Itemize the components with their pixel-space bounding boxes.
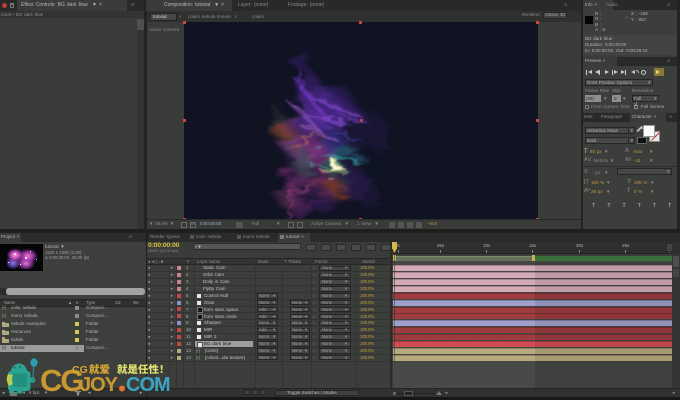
svg-text:JOY: JOY [80,374,119,396]
svg-text:CG: CG [72,364,88,376]
svg-text:COM: COM [126,374,170,396]
